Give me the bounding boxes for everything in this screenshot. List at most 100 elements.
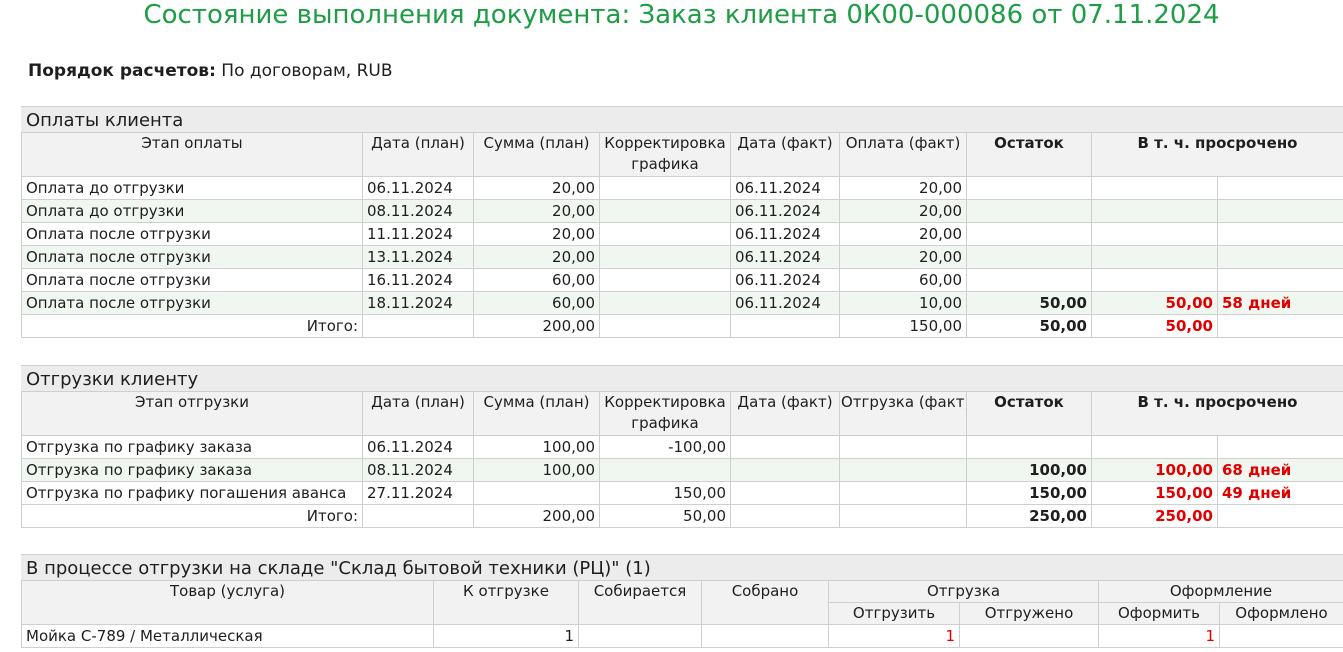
cell-date-plan: 16.11.2024: [362, 268, 474, 292]
cell-overdue-days: 58 дней: [1217, 291, 1343, 315]
cell-date-fact: 06.11.2024: [730, 268, 840, 292]
cell-sum-plan: 20,00: [473, 245, 600, 269]
col-header-date-plan: Дата (план): [362, 132, 474, 177]
cell-amount-fact: 20,00: [839, 222, 967, 246]
cell-stage: Оплата после отгрузки: [21, 222, 363, 246]
cell-date-fact: 06.11.2024: [730, 291, 840, 315]
cell-amount-fact: 10,00: [839, 291, 967, 315]
cell-remainder: 50,00: [966, 291, 1092, 315]
page-title: Состояние выполнения документа: Заказ кл…: [143, 0, 1220, 30]
cell-date-fact: 06.11.2024: [730, 245, 840, 269]
total-label: Итого:: [21, 504, 363, 528]
col-header-stage: Этап оплаты: [21, 132, 363, 177]
cell-overdue-days: 49 дней: [1217, 481, 1343, 505]
col-header-date-fact: Дата (факт): [730, 132, 840, 177]
col-header-correction-line2: графика: [631, 155, 699, 173]
cell-remainder: [966, 199, 1092, 223]
table-row: Оплата после отгрузки 11.11.2024 20,00 06.1…: [21, 222, 1343, 246]
cell-date-fact: [730, 314, 840, 338]
cell-overdue-days: [1217, 199, 1343, 223]
cell-sum-plan: 20,00: [473, 176, 600, 200]
col-header-ship: Отгрузить: [828, 602, 960, 625]
col-header-shipment-fact: Отгрузка (факт): [839, 391, 967, 436]
col-header-item: Товар (услуга): [21, 580, 434, 625]
cell-date-fact: 06.11.2024: [730, 176, 840, 200]
cell-date-plan: 27.11.2024: [362, 481, 474, 505]
cell-overdue: 50,00: [1091, 291, 1218, 315]
cell-date-plan: 06.11.2024: [362, 176, 474, 200]
table-row: Отгрузка по графику заказа 06.11.2024 100,…: [21, 435, 1343, 459]
cell-collected: [701, 624, 829, 648]
cell-shipped: [959, 624, 1099, 648]
cell-stage: Отгрузка по графику погашения аванса: [21, 481, 363, 505]
total-row: Итого: 200,00 150,00 50,00 50,00: [21, 314, 1343, 338]
col-header-correction-line1: Корректировка: [604, 134, 726, 152]
table-row: Мойка С-789 / Металлическая 1 1 1: [21, 624, 1343, 648]
cell-sum-plan: 60,00: [473, 268, 600, 292]
settlement-label: Порядок расчетов:: [28, 61, 216, 81]
cell-date-plan: 08.11.2024: [362, 199, 474, 223]
table-row: Оплата до отгрузки 08.11.2024 20,00 06.11.2…: [21, 199, 1343, 223]
table-row: Отгрузка по графику погашения аванса 27.1…: [21, 481, 1343, 505]
cell-correction: [599, 291, 731, 315]
cell-overdue: 100,00: [1091, 458, 1218, 482]
cell-date-plan: [362, 314, 474, 338]
total-overdue: 250,00: [1091, 504, 1218, 528]
cell-overdue: [1091, 268, 1218, 292]
warehouse-section-title: В процессе отгрузки на складе "Склад быт…: [21, 554, 1343, 580]
cell-sum-plan: 100,00: [473, 458, 600, 482]
col-header-date-fact: Дата (факт): [730, 391, 840, 436]
cell-stage: Оплата после отгрузки: [21, 268, 363, 292]
cell-item: Мойка С-789 / Металлическая: [21, 624, 434, 648]
shipments-table: Этап отгрузки Дата (план) Сумма (план) К…: [21, 391, 1343, 528]
cell-overdue-days: [1217, 222, 1343, 246]
table-row: Оплата после отгрузки 18.11.2024 60,00 06.1…: [21, 291, 1343, 315]
cell-remainder: [966, 176, 1092, 200]
col-header-registered: Оформлено: [1219, 602, 1343, 625]
cell-register: 1: [1098, 624, 1220, 648]
col-header-registration-group: Оформление: [1098, 580, 1343, 603]
payments-table: Этап оплаты Дата (план) Сумма (план) Кор…: [21, 132, 1343, 338]
cell-overdue-days: [1217, 504, 1343, 528]
payments-body: Оплата до отгрузки 06.11.2024 20,00 06.11.2…: [21, 176, 1343, 338]
col-header-sum-plan: Сумма (план): [473, 132, 600, 177]
cell-correction: 150,00: [599, 481, 731, 505]
cell-date-plan: 18.11.2024: [362, 291, 474, 315]
cell-overdue-days: 68 дней: [1217, 458, 1343, 482]
cell-date-fact: 06.11.2024: [730, 222, 840, 246]
cell-correction: [599, 268, 731, 292]
settlement-order: Порядок расчетов: По договорам, RUB: [28, 59, 393, 83]
cell-overdue: [1091, 435, 1218, 459]
cell-overdue: [1091, 176, 1218, 200]
cell-date-fact: [730, 481, 840, 505]
cell-stage: Оплата после отгрузки: [21, 291, 363, 315]
payments-section: Оплаты клиента Этап оплаты Дата (план) С…: [21, 106, 1343, 338]
cell-date-plan: 13.11.2024: [362, 245, 474, 269]
col-header-payment-fact: Оплата (факт): [839, 132, 967, 177]
cell-overdue-days: [1217, 245, 1343, 269]
cell-date-fact: [730, 504, 840, 528]
total-amount-fact: 150,00: [839, 314, 967, 338]
col-header-remainder: Остаток: [966, 132, 1092, 177]
cell-date-plan: [362, 504, 474, 528]
cell-amount-fact: 20,00: [839, 199, 967, 223]
cell-registered: [1219, 624, 1343, 648]
cell-remainder: 100,00: [966, 458, 1092, 482]
shipments-body: Отгрузка по графику заказа 06.11.2024 100,…: [21, 435, 1343, 528]
cell-amount-fact: [839, 435, 967, 459]
col-header-correction: Корректировка графика: [599, 132, 731, 177]
cell-correction: [599, 222, 731, 246]
cell-stage: Отгрузка по графику заказа: [21, 458, 363, 482]
cell-remainder: [966, 435, 1092, 459]
cell-correction: [599, 458, 731, 482]
total-correction: [599, 314, 731, 338]
cell-date-fact: [730, 458, 840, 482]
col-header-shipment-group: Отгрузка: [828, 580, 1099, 603]
col-header-date-plan: Дата (план): [362, 391, 474, 436]
cell-amount-fact: [839, 458, 967, 482]
cell-to-ship: 1: [433, 624, 579, 648]
warehouse-section: В процессе отгрузки на складе "Склад быт…: [21, 554, 1343, 648]
cell-stage: Оплата до отгрузки: [21, 199, 363, 223]
cell-sum-plan: [473, 481, 600, 505]
col-header-overdue: В т. ч. просрочено: [1091, 132, 1343, 177]
